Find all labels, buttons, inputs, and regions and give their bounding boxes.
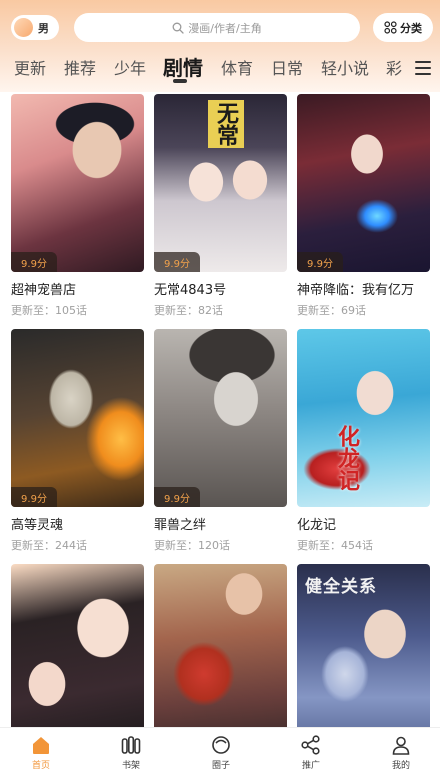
bookshelf-icon <box>121 736 141 754</box>
nav-bookshelf-label: 书架 <box>121 761 140 771</box>
comic-title: 罪兽之绊 <box>154 518 207 533</box>
nav-home-label: 首页 <box>31 761 50 771</box>
tab-recommend[interactable]: 推荐 <box>64 55 96 79</box>
comic-update: 更新至：454话 <box>297 539 373 552</box>
comic-cover: 化龙记 <box>297 329 430 507</box>
comic-update: 更新至：82话 <box>154 304 223 317</box>
comic-cover <box>11 564 144 727</box>
comic-cover <box>154 564 287 727</box>
nav-bookshelf[interactable]: 书架 <box>101 734 161 771</box>
score-badge: 9.9分 <box>154 487 200 507</box>
comic-card[interactable]: 9.9分 超神宠兽店 更新至：105话 <box>11 94 144 318</box>
comic-update: 更新至：69话 <box>297 304 366 317</box>
category-button[interactable]: 分类 <box>373 13 433 42</box>
comic-card[interactable]: 9.9分 神帝降临：我有亿万 更新至：69话 <box>297 94 430 318</box>
nav-home[interactable]: 首页 <box>11 734 71 771</box>
home-icon <box>33 737 49 754</box>
comic-cover: 9.9分 <box>154 329 287 507</box>
cover-title: 化龙记 <box>334 425 360 491</box>
comic-cover: 9.9分 <box>297 94 430 272</box>
comic-title: 化龙记 <box>297 518 337 533</box>
search-icon <box>172 22 184 34</box>
gender-label: 男 <box>38 21 49 35</box>
comic-cover: 无常 9.9分 <box>154 94 287 272</box>
nav-circle-label: 圈子 <box>211 761 230 771</box>
comic-cover: 健全关系 <box>297 564 430 727</box>
comic-cover: 9.9分 <box>11 94 144 272</box>
score-badge: 9.9分 <box>11 252 57 272</box>
comic-title: 神帝降临：我有亿万 <box>297 283 415 298</box>
search-placeholder: 漫画/作者/主角 <box>188 21 262 35</box>
search-input[interactable]: 漫画/作者/主角 <box>74 13 360 42</box>
share-icon <box>301 735 320 755</box>
score-badge: 9.9分 <box>297 252 343 272</box>
category-tabs: 更新 推荐 少年 剧情 体育 日常 轻小说 彩 <box>0 50 408 86</box>
comic-title: 高等灵魂 <box>11 518 64 533</box>
comic-update: 更新至：120话 <box>154 539 230 552</box>
toggle-knob <box>14 18 33 37</box>
nav-mine-label: 我的 <box>391 761 410 771</box>
comic-grid: 9.9分 超神宠兽店 更新至：105话 无常 9.9分 无常4843号 更新至：… <box>0 92 440 727</box>
top-bar: 男 漫画/作者/主角 分类 更新 推荐 少年 剧情 体育 日常 轻小说 彩 <box>0 0 440 92</box>
tab-light-novel[interactable]: 轻小说 <box>321 55 369 79</box>
comic-title: 超神宠兽店 <box>11 283 77 298</box>
comic-update: 更新至：105话 <box>11 304 87 317</box>
tab-color[interactable]: 彩 <box>386 55 402 79</box>
nav-promote[interactable]: 推广 <box>281 734 341 771</box>
comic-card[interactable]: 9.9分 罪兽之绊 更新至：120话 <box>154 329 287 553</box>
category-icon <box>384 21 397 34</box>
cover-title: 无常 <box>208 100 244 148</box>
category-label: 分类 <box>400 21 422 35</box>
tab-shonen[interactable]: 少年 <box>114 55 146 79</box>
nav-mine[interactable]: 我的 <box>371 734 431 771</box>
comic-card[interactable]: 9.9分 高等灵魂 更新至：244话 <box>11 329 144 553</box>
score-badge: 9.9分 <box>11 487 57 507</box>
comic-update: 更新至：244话 <box>11 539 87 552</box>
bottom-nav: 首页 书架 圈子 推广 我的 <box>0 727 440 775</box>
active-tab-indicator <box>173 79 187 83</box>
nav-circle[interactable]: 圈子 <box>191 734 251 771</box>
cover-title: 健全关系 <box>305 577 377 597</box>
tab-daily[interactable]: 日常 <box>271 55 303 79</box>
circle-icon <box>212 736 230 754</box>
menu-icon[interactable] <box>415 61 431 75</box>
tab-sports[interactable]: 体育 <box>221 55 253 79</box>
comic-cover: 9.9分 <box>11 329 144 507</box>
tab-update[interactable]: 更新 <box>14 55 46 79</box>
gender-toggle[interactable]: 男 <box>11 15 59 40</box>
comic-card[interactable]: 无常 9.9分 无常4843号 更新至：82话 <box>154 94 287 318</box>
comic-card[interactable] <box>154 564 287 727</box>
comic-card[interactable] <box>11 564 144 727</box>
tab-drama[interactable]: 剧情 <box>163 52 203 81</box>
comic-title: 无常4843号 <box>154 283 227 298</box>
user-icon <box>392 736 410 755</box>
comic-card[interactable]: 化龙记 化龙记 更新至：454话 <box>297 329 430 553</box>
comic-card[interactable]: 健全关系 <box>297 564 430 727</box>
nav-promote-label: 推广 <box>301 761 320 771</box>
score-badge: 9.9分 <box>154 252 200 272</box>
